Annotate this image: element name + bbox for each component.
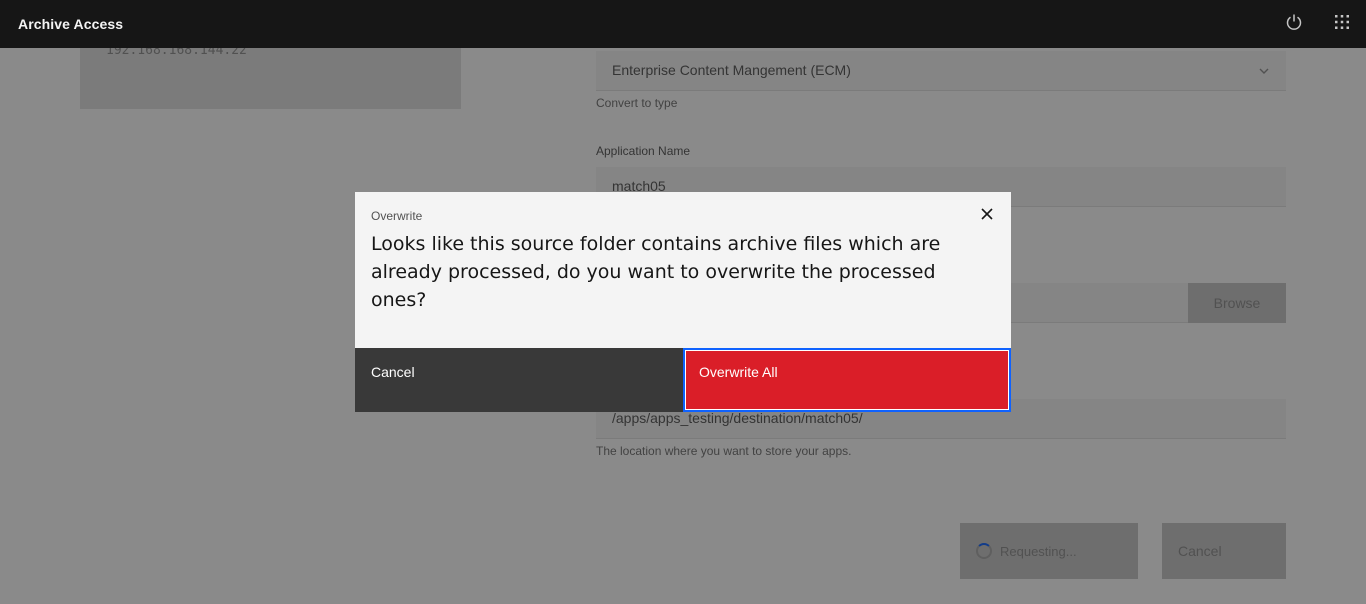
close-icon bbox=[981, 207, 993, 225]
app-title[interactable]: Archive Access bbox=[18, 16, 123, 32]
modal-cancel-button[interactable]: Cancel bbox=[355, 348, 683, 412]
power-button[interactable] bbox=[1270, 0, 1318, 48]
overwrite-modal: Overwrite Looks like this source folder … bbox=[355, 192, 1011, 412]
overwrite-all-button[interactable]: Overwrite All bbox=[683, 348, 1011, 412]
header-actions bbox=[1270, 0, 1366, 48]
modal-close-button[interactable] bbox=[975, 204, 999, 228]
app-header: Archive Access bbox=[0, 0, 1366, 48]
modal-label: Overwrite bbox=[371, 209, 423, 223]
modal-footer: Cancel Overwrite All bbox=[355, 348, 1011, 412]
power-icon bbox=[1285, 13, 1303, 36]
app-switcher-icon bbox=[1334, 14, 1350, 35]
modal-heading: Looks like this source folder contains a… bbox=[371, 233, 941, 311]
app-switcher-button[interactable] bbox=[1318, 0, 1366, 48]
